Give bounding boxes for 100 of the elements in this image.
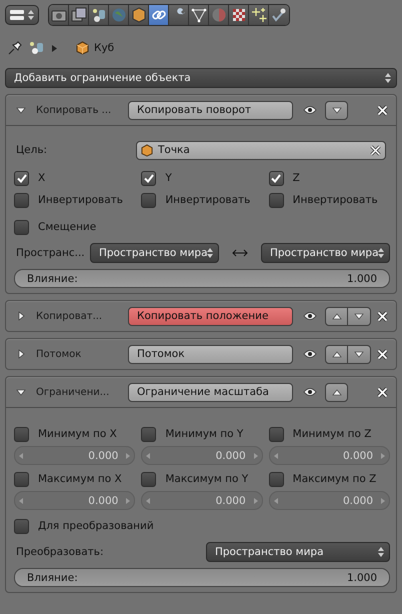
object-tab[interactable] (129, 5, 149, 25)
object-icon (130, 7, 146, 23)
up-triangle-icon (332, 350, 342, 358)
world-icon (110, 7, 126, 23)
checkbox-label: X (38, 172, 46, 184)
checkbox-label: Инвертировать (292, 194, 378, 206)
target-label: Цель: (16, 144, 48, 156)
particles-icon (250, 7, 266, 23)
constraint-type: Копировать ... (36, 104, 112, 116)
checkbox[interactable] (14, 472, 29, 486)
close-icon[interactable] (377, 348, 388, 360)
physics-icon (271, 7, 287, 23)
checkbox[interactable] (141, 472, 156, 486)
move-down-button[interactable] (348, 306, 371, 326)
checkbox[interactable] (14, 426, 29, 442)
target-space-dropdown[interactable]: Пространство мира (261, 243, 390, 263)
up-triangle-icon (332, 388, 342, 396)
checkbox-label: Y (165, 172, 172, 184)
constraint-type: Копироват... (36, 310, 104, 322)
move-down-button[interactable] (325, 100, 348, 120)
checkbox[interactable] (268, 472, 284, 486)
scene-objects-icon (29, 41, 45, 55)
eye-icon[interactable] (303, 105, 317, 115)
checkbox-label: Минимум по X (38, 428, 117, 440)
cube-icon (76, 41, 89, 55)
texture-tab[interactable] (229, 5, 249, 25)
updown-arrows-icon (207, 248, 213, 258)
pin-icon[interactable] (8, 41, 22, 55)
editor-type-icon (9, 8, 35, 22)
name-field[interactable]: Копировать поворот (128, 100, 293, 120)
move-down-button[interactable] (348, 344, 371, 364)
clear-icon[interactable] (370, 144, 381, 156)
updown-arrows-icon (378, 547, 384, 557)
checkbox-label: Инвертировать (165, 194, 250, 206)
breadcrumb-arrow-icon (52, 44, 57, 52)
checkbox[interactable] (14, 192, 29, 208)
checkbox[interactable] (14, 220, 29, 234)
checkbox-label: Z (292, 172, 300, 184)
owner-space-dropdown[interactable]: Пространство мира (90, 243, 219, 263)
checkbox-label: Минимум по Z (292, 428, 372, 440)
name-field[interactable]: Потомок (128, 344, 293, 364)
influence-slider[interactable]: Влияние: 1.000 (14, 269, 390, 288)
physics-tab[interactable] (269, 5, 289, 25)
move-up-button[interactable] (325, 344, 348, 364)
convert-label: Преобразовать: (16, 546, 104, 558)
eye-icon[interactable] (303, 311, 317, 321)
name-field[interactable]: Ограничение масштаба (128, 382, 293, 402)
eye-icon[interactable] (303, 387, 317, 397)
swap-arrows-icon (232, 249, 248, 257)
checkbox[interactable] (14, 518, 29, 534)
updown-arrows-icon (378, 248, 384, 258)
object-name: Куб (94, 42, 114, 54)
down-triangle-icon (354, 312, 364, 320)
cube-icon (141, 144, 153, 156)
material-icon (210, 7, 226, 23)
checkbox-label: Инвертировать (38, 194, 123, 206)
constraint-type: Потомок (36, 348, 82, 360)
convert-space-dropdown[interactable]: Пространство мира (206, 542, 390, 562)
render-layers-icon (70, 7, 86, 23)
checkbox-label: Для преобразований (38, 520, 154, 532)
editor-type-button[interactable] (5, 5, 39, 25)
collapse-icon[interactable] (16, 387, 26, 397)
down-triangle-icon (354, 350, 364, 358)
up-triangle-icon (332, 312, 342, 320)
modifiers-tab[interactable] (169, 5, 189, 25)
collapse-icon[interactable] (16, 105, 26, 115)
move-up-button[interactable] (325, 306, 348, 326)
constraint-type: Ограничени... (36, 386, 110, 398)
space-label: Пространс... (16, 247, 86, 259)
close-icon[interactable] (377, 310, 388, 322)
constraints-tab[interactable] (149, 5, 169, 25)
expand-icon[interactable] (16, 349, 26, 359)
render-tab[interactable] (49, 5, 69, 25)
checkbox-label: Максимум по X (38, 473, 122, 485)
checkbox[interactable] (268, 426, 284, 442)
scene-icon (90, 7, 106, 23)
checkbox-label: Смещение (38, 221, 96, 233)
target-field[interactable]: Точка (136, 140, 386, 160)
checkbox[interactable] (141, 192, 156, 208)
checkbox[interactable] (268, 192, 284, 208)
name-field[interactable]: Копировать положение (128, 306, 293, 326)
data-tab[interactable] (189, 5, 209, 25)
checkbox-label: Максимум по Y (165, 473, 248, 485)
checkbox[interactable] (141, 170, 156, 186)
checkbox[interactable] (268, 170, 284, 186)
close-icon[interactable] (377, 104, 388, 116)
eye-icon[interactable] (303, 349, 317, 359)
expand-icon[interactable] (16, 311, 26, 321)
checkbox-label: Максимум по Z (292, 473, 376, 485)
texture-icon (230, 7, 246, 23)
scene-tab[interactable] (89, 5, 109, 25)
checkbox-label: Минимум по Y (165, 428, 244, 440)
checkbox[interactable] (14, 170, 29, 186)
move-up-button[interactable] (325, 382, 348, 402)
close-icon[interactable] (377, 386, 388, 398)
influence-slider[interactable]: Влияние: 1.000 (14, 568, 390, 587)
add-constraint-dropdown[interactable]: Добавить ограничение объекта (5, 68, 397, 88)
particles-tab[interactable] (249, 5, 269, 25)
checkbox[interactable] (141, 426, 156, 442)
down-triangle-icon (332, 106, 342, 114)
